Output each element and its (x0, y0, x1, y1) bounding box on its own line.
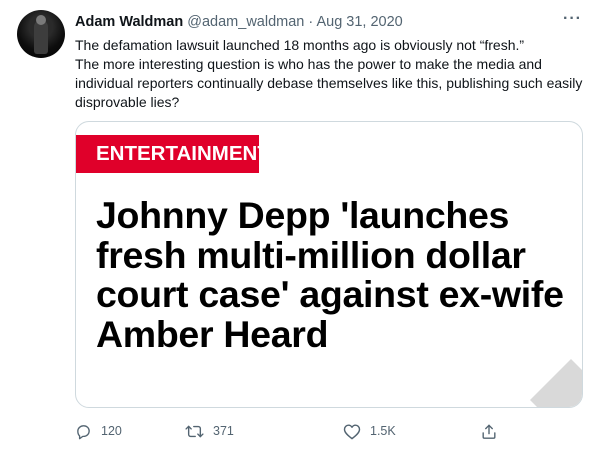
tweet-header: Adam Waldman @adam_waldman · Aug 31, 202… (75, 13, 403, 31)
retweet-icon (185, 423, 204, 440)
retweet-button[interactable]: 371 (185, 420, 234, 442)
heart-icon (343, 423, 361, 440)
tweet-actions: 120 371 1.5K (75, 420, 515, 442)
page-corner-fold (529, 358, 582, 407)
avatar-head (36, 15, 46, 25)
retweet-count: 371 (213, 424, 234, 438)
like-button[interactable]: 1.5K (343, 420, 396, 442)
tweet-text-line: The more interesting question is who has… (75, 56, 583, 110)
reply-count: 120 (101, 424, 122, 438)
tweet-date[interactable]: Aug 31, 2020 (316, 14, 402, 30)
reply-icon (75, 423, 92, 440)
media-card[interactable]: ENTERTAINMENT Johnny Depp 'launches fres… (75, 121, 583, 408)
like-count: 1.5K (370, 424, 396, 438)
tweet: Adam Waldman @adam_waldman · Aug 31, 202… (0, 0, 600, 450)
author-name[interactable]: Adam Waldman (75, 14, 183, 30)
tweet-text: The defamation lawsuit launched 18 month… (75, 36, 585, 112)
avatar-figure (34, 20, 48, 54)
header-separator: · (308, 14, 314, 30)
tweet-text-line: The defamation lawsuit launched 18 month… (75, 37, 525, 53)
reply-button[interactable]: 120 (75, 420, 122, 442)
avatar[interactable] (17, 10, 65, 58)
author-handle[interactable]: @adam_waldman (187, 14, 304, 30)
share-button[interactable] (481, 420, 497, 442)
article-headline: Johnny Depp 'launches fresh multi-millio… (96, 194, 564, 355)
share-icon (481, 423, 497, 440)
category-badge: ENTERTAINMENT (76, 135, 270, 173)
more-options-icon[interactable]: ··· (563, 10, 582, 28)
